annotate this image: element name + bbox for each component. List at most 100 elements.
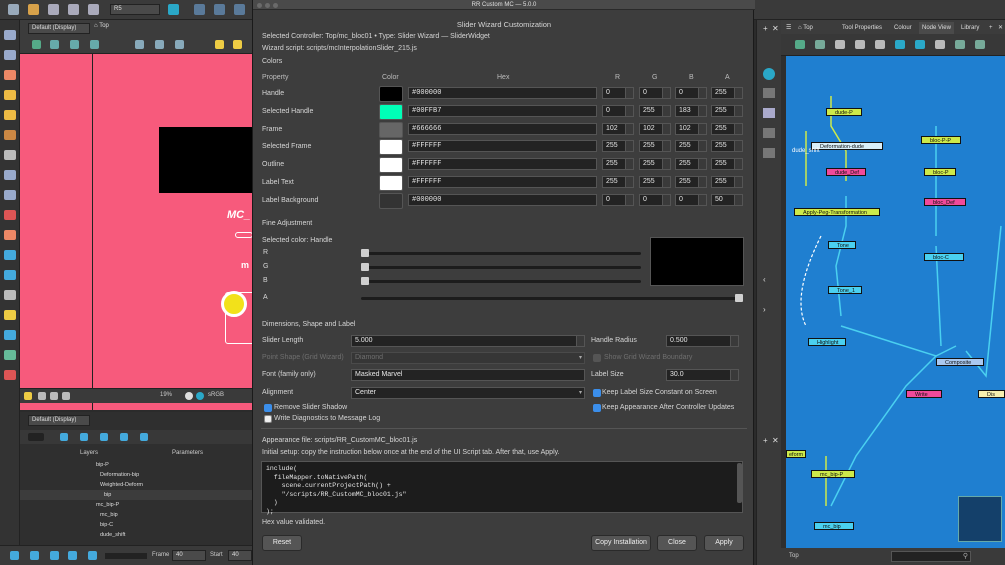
channel-b-spinbox[interactable]: 0 [675, 87, 707, 99]
eraser-tool-icon[interactable] [4, 110, 16, 120]
cutter-tool-icon[interactable] [4, 270, 16, 280]
layer-row[interactable]: bip [20, 490, 256, 500]
node[interactable]: Tone [828, 241, 856, 249]
color-wheel-icon[interactable] [763, 68, 775, 80]
start-field[interactable]: 40 [228, 550, 252, 561]
node-tool-icon[interactable] [875, 40, 885, 49]
node[interactable]: Highlight [808, 338, 846, 346]
channel-a-spinbox[interactable]: 255 [711, 87, 743, 99]
node-tool-icon[interactable] [895, 40, 905, 49]
tab-node-view[interactable]: Node View [919, 22, 954, 34]
color-swatch[interactable] [379, 157, 403, 173]
color-mode-icon[interactable] [185, 392, 193, 400]
hex-field[interactable]: #000000 [408, 87, 597, 99]
chevron-left-icon[interactable]: ‹ [763, 275, 766, 284]
lock-icon[interactable] [215, 40, 224, 49]
node-tool-icon[interactable] [955, 40, 965, 49]
contour-tool-icon[interactable] [4, 50, 16, 60]
slider-knob[interactable] [735, 294, 743, 302]
channel-a-spinbox[interactable]: 255 [711, 158, 743, 170]
node[interactable]: dude-P [826, 108, 862, 116]
view-tool-icon[interactable] [175, 40, 184, 49]
zoom-level[interactable]: 19% [160, 392, 172, 398]
add-panel-icon[interactable]: + [763, 436, 768, 445]
view-tool-icon[interactable] [70, 40, 79, 49]
node-tool-icon[interactable] [975, 40, 985, 49]
channel-b-spinbox[interactable]: 183 [675, 105, 707, 117]
font-field[interactable]: Masked Marvel [351, 369, 585, 381]
timeline-tool-icon[interactable] [140, 433, 148, 441]
dropper-tool-icon[interactable] [4, 230, 16, 240]
view-preset-select[interactable]: Default (Display) [28, 23, 90, 34]
loop-icon[interactable] [50, 551, 59, 560]
channel-b-spinbox[interactable]: 102 [675, 123, 707, 135]
toolbar-combo[interactable]: R5 [110, 4, 160, 15]
hand-tool-icon[interactable] [4, 290, 16, 300]
slider-handle[interactable] [221, 291, 247, 317]
channel-a-spinbox[interactable]: 255 [711, 105, 743, 117]
node[interactable]: Dis [978, 390, 1005, 398]
save-icon[interactable] [48, 4, 59, 15]
layer-row[interactable]: bip-P [20, 460, 256, 470]
play-selection-icon[interactable] [30, 551, 39, 560]
paint-tool-icon[interactable] [4, 130, 16, 140]
grid-boundary-checkbox[interactable] [593, 354, 601, 362]
hex-field[interactable]: #FFFFFF [408, 176, 597, 188]
select-tool-icon[interactable] [4, 30, 16, 40]
apply-button[interactable]: Apply [704, 535, 744, 551]
remove-shadow-checkbox[interactable] [264, 404, 272, 412]
node[interactable]: bloc-P [924, 168, 956, 176]
handle-radius-field[interactable]: 0.500 [666, 335, 739, 347]
view-tool-icon[interactable] [32, 40, 41, 49]
menu-icon[interactable]: ☰ [783, 22, 794, 34]
channel-r-spinbox[interactable]: 255 [602, 176, 634, 188]
view-option-icon[interactable] [50, 392, 58, 400]
channel-slider[interactable] [361, 263, 641, 271]
node-tool-icon[interactable] [915, 40, 925, 49]
tab-tool-properties[interactable]: Tool Properties [839, 22, 885, 34]
morph-tool-icon[interactable] [4, 350, 16, 360]
hex-field[interactable]: #FFFFFF [408, 158, 597, 170]
node[interactable]: Tone_1 [828, 286, 862, 294]
channel-slider[interactable] [361, 294, 743, 302]
rotate-icon[interactable] [214, 4, 225, 15]
channel-b-spinbox[interactable]: 255 [675, 158, 707, 170]
layer-row[interactable]: dude_shift [20, 530, 256, 537]
node-navigator[interactable] [958, 496, 1002, 542]
channel-slider[interactable] [361, 277, 641, 285]
transform-tool-icon[interactable] [4, 250, 16, 260]
view-tool-icon[interactable] [90, 40, 99, 49]
timeline-tool-icon[interactable] [120, 433, 128, 441]
layer-row[interactable]: Deformation-bip [20, 470, 256, 480]
light-icon[interactable] [24, 392, 32, 400]
layer-row[interactable]: mc_bip [20, 510, 256, 520]
keep-appearance-checkbox[interactable] [593, 404, 601, 412]
node[interactable]: eform [786, 450, 806, 458]
timeline-tool-icon[interactable] [80, 433, 88, 441]
save-as-icon[interactable] [68, 4, 79, 15]
tab-library[interactable]: Library [958, 22, 982, 34]
node-tool-icon[interactable] [935, 40, 945, 49]
node[interactable]: Composite [936, 358, 984, 366]
node[interactable]: Write [906, 390, 942, 398]
installation-code-box[interactable]: include( fileMapper.toNativePath( scene.… [261, 461, 743, 515]
timeline-tool-icon[interactable] [28, 433, 44, 441]
tab-colour[interactable]: Colour [891, 22, 915, 34]
close-icon[interactable]: ✕ [995, 22, 1005, 34]
node[interactable]: bloc_Def [924, 198, 966, 206]
step-icon[interactable] [68, 551, 77, 560]
close-icon[interactable]: ✕ [772, 24, 779, 33]
layer-icon[interactable] [763, 148, 775, 158]
view-tool-icon[interactable] [50, 40, 59, 49]
color-swatch[interactable] [379, 139, 403, 155]
point-shape-select[interactable]: Diamond ▾ [351, 352, 585, 364]
window-zoom-button[interactable] [273, 3, 278, 8]
speed-slider[interactable] [105, 553, 147, 559]
channel-a-spinbox[interactable]: 255 [711, 176, 743, 188]
view-option-icon[interactable] [38, 392, 46, 400]
close-icon[interactable]: ✕ [772, 436, 779, 445]
channel-a-spinbox[interactable]: 50 [711, 194, 743, 206]
scene-canvas[interactable]: MC_ m [20, 54, 265, 410]
keep-label-size-checkbox[interactable] [593, 389, 601, 397]
channel-r-spinbox[interactable]: 255 [602, 158, 634, 170]
